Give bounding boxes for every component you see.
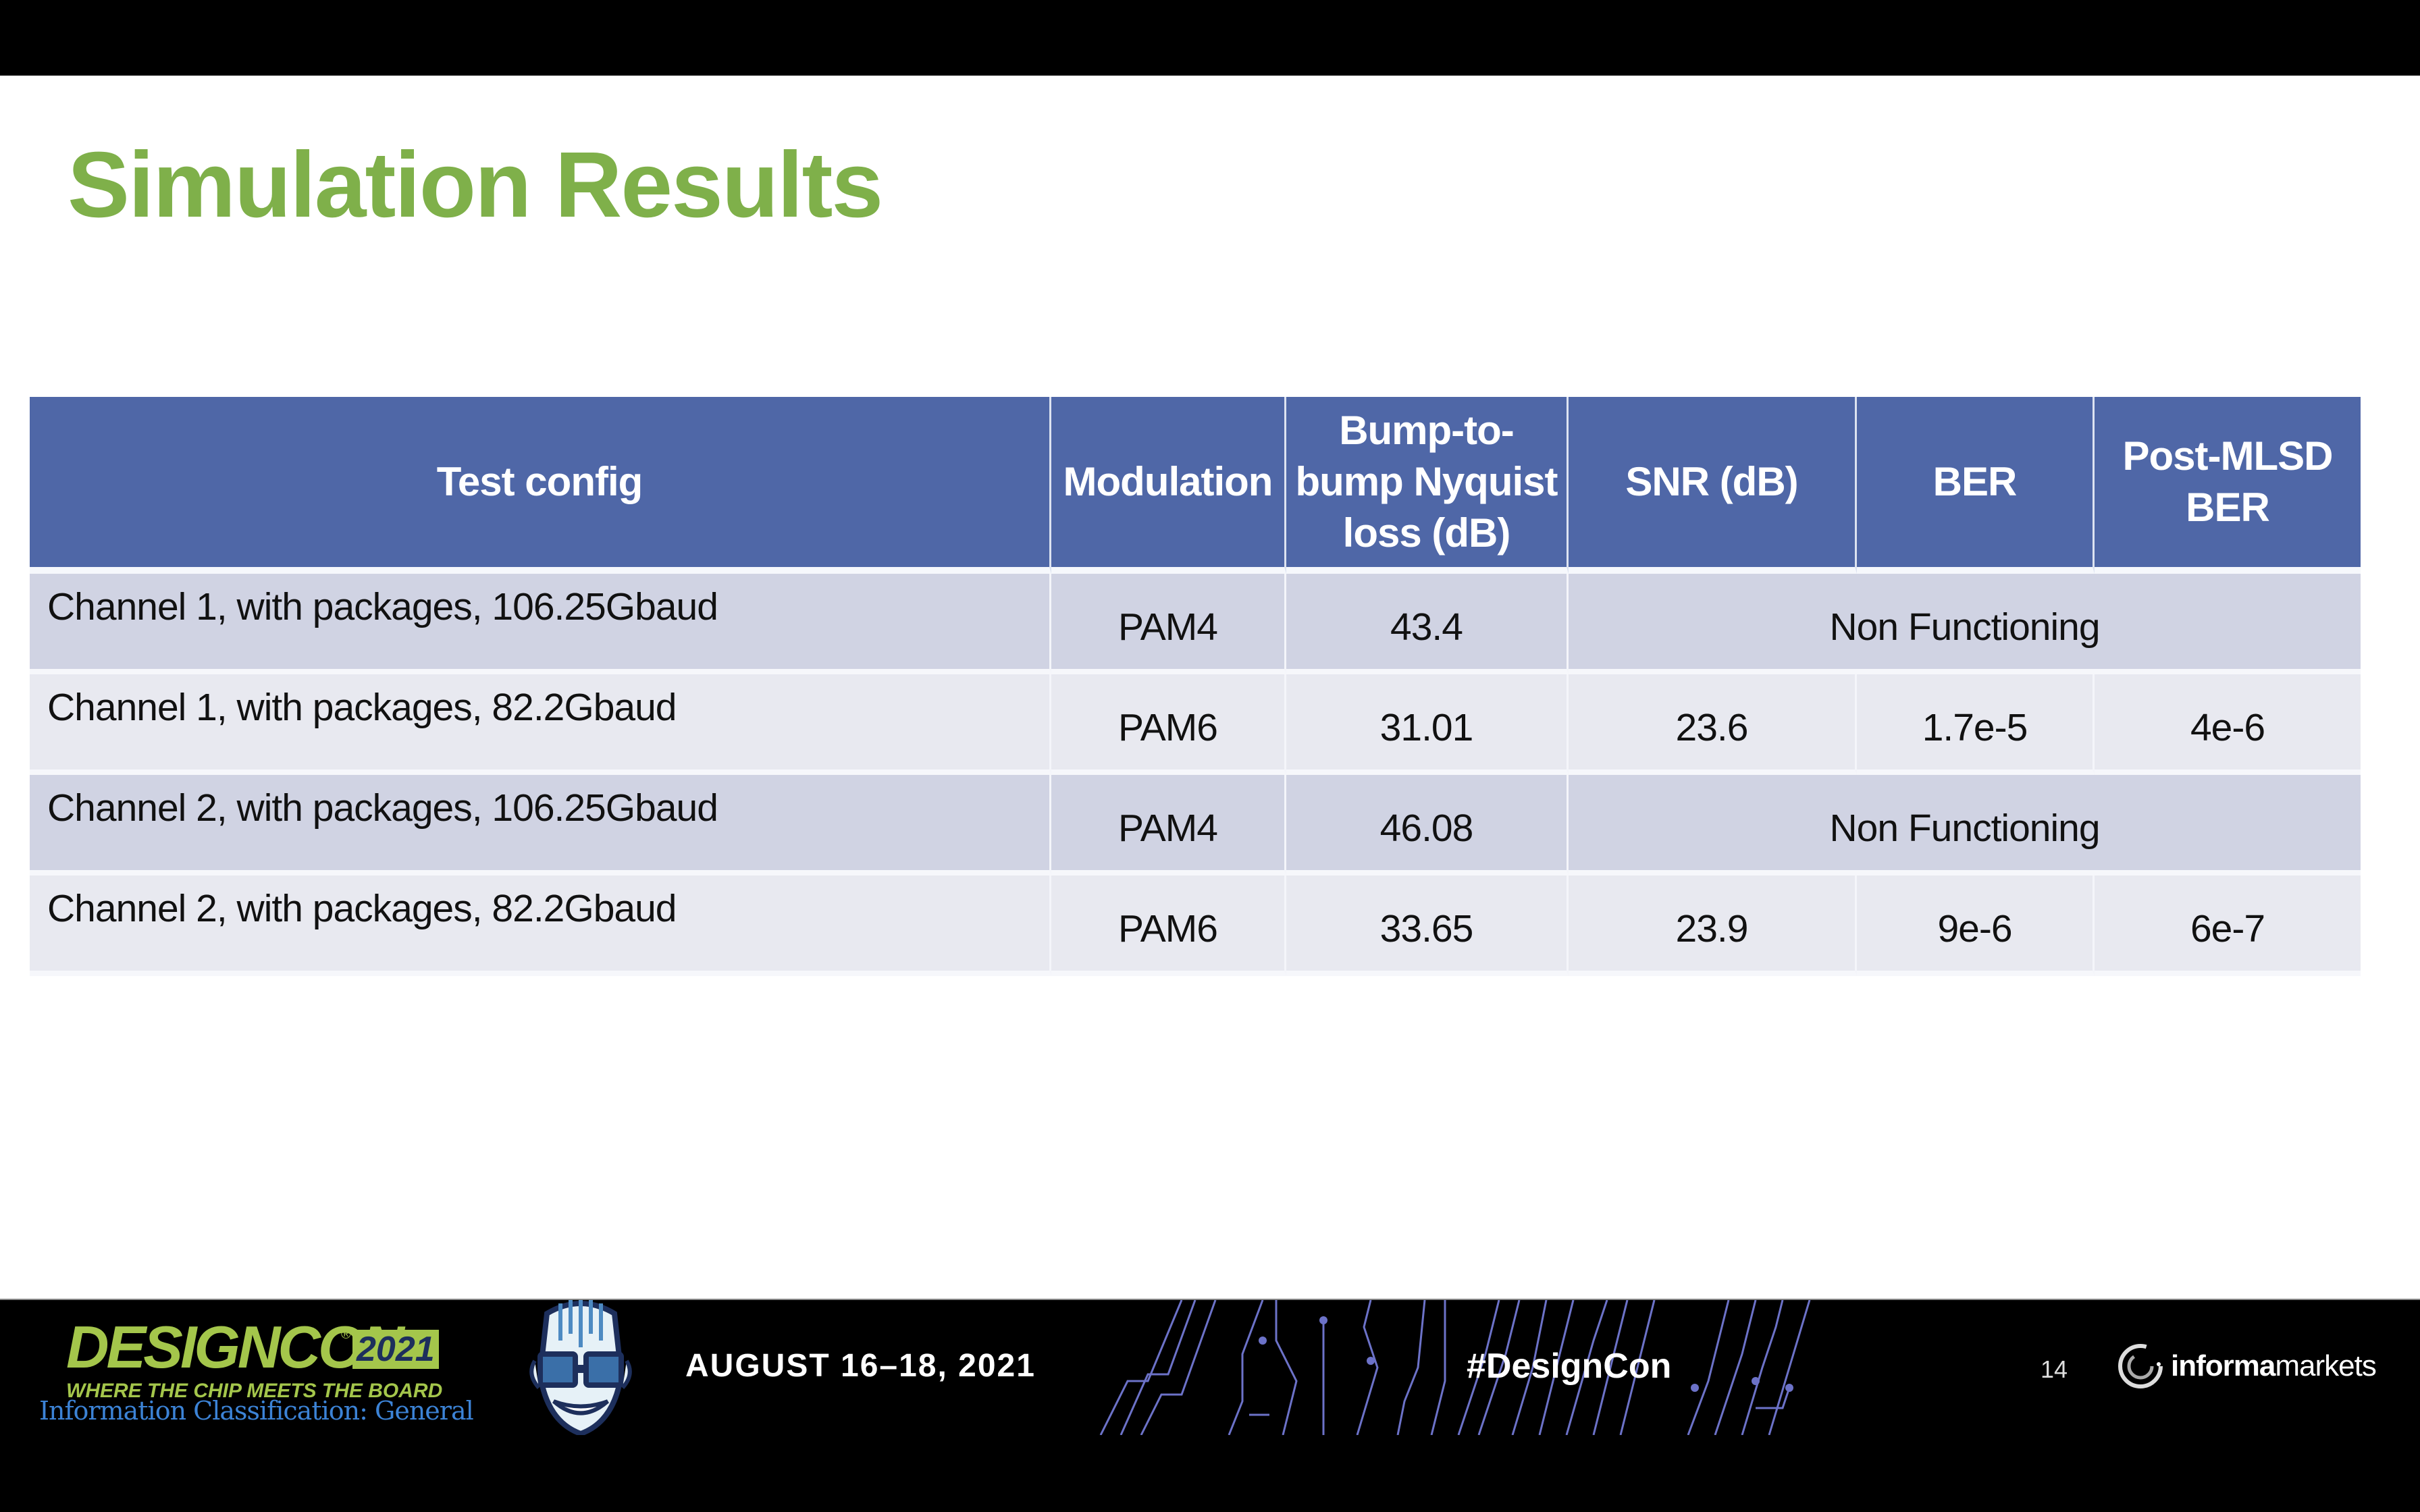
cell-config: Channel 1, with packages, 106.25Gbaud [30,574,1051,674]
cell-post-mlsd-ber: 4e-6 [2095,674,2361,775]
informa-markets-logo: informamarkets [2117,1339,2377,1393]
header-line: Bump-to- [1339,408,1515,453]
cell-modulation: PAM4 [1051,775,1286,875]
sponsor-light: markets [2275,1349,2376,1382]
cell-modulation: PAM6 [1051,674,1286,775]
header-snr: SNR (dB) [1569,397,1857,574]
header-line: loss (dB) [1342,510,1511,556]
header-modulation: Modulation [1051,397,1286,574]
table-row: Channel 1, with packages, 106.25Gbaud PA… [30,574,2361,674]
footer-banner: DESIGNCON ® 2021 WHERE THE CHIP MEETS TH… [0,1299,2420,1437]
bottom-black-bar [0,1435,2420,1512]
slide-title: Simulation Results [68,133,883,237]
mascot-face-icon [529,1300,632,1435]
cell-loss: 43.4 [1286,574,1569,674]
cell-non-functioning: Non Functioning [1569,574,2361,674]
cell-loss: 33.65 [1286,875,1569,976]
registered-mark: ® [341,1327,351,1342]
cell-snr: 23.6 [1569,674,1857,775]
table-header-row: Test config Modulation Bump-to- bump Nyq… [30,397,2361,574]
header-line: BER [2186,485,2270,530]
header-test-config: Test config [30,397,1051,574]
cell-config: Channel 2, with packages, 82.2Gbaud [30,875,1051,976]
header-post-mlsd-ber: Post-MLSD BER [2095,397,2361,574]
event-hashtag: #DesignCon [1467,1347,1672,1386]
cell-post-mlsd-ber: 6e-7 [2095,875,2361,976]
header-line: Post-MLSD [2122,433,2334,479]
header-ber: BER [1857,397,2095,574]
top-black-bar [0,0,2420,76]
header-line: bump Nyquist [1295,459,1558,504]
table-row: Channel 1, with packages, 82.2Gbaud PAM6… [30,674,2361,775]
cell-ber: 9e-6 [1857,875,2095,976]
cell-modulation: PAM6 [1051,875,1286,976]
sponsor-bold: informa [2171,1349,2276,1382]
informa-ring-icon [2118,1344,2163,1388]
table-row: Channel 2, with packages, 106.25Gbaud PA… [30,775,2361,875]
designcon-year-badge: 2021 [352,1330,439,1369]
cell-snr: 23.9 [1569,875,1857,976]
cell-ber: 1.7e-5 [1857,674,2095,775]
information-classification: Information Classification: General [39,1396,474,1426]
table-row: Channel 2, with packages, 82.2Gbaud PAM6… [30,875,2361,976]
informa-markets-text: informamarkets [2171,1349,2377,1383]
results-table: Test config Modulation Bump-to- bump Nyq… [30,397,2361,976]
cell-loss: 31.01 [1286,674,1569,775]
cell-loss: 46.08 [1286,775,1569,875]
cell-non-functioning: Non Functioning [1569,775,2361,875]
cell-modulation: PAM4 [1051,574,1286,674]
page-number: 14 [2041,1355,2068,1383]
designcon-logo: DESIGNCON [66,1314,404,1380]
cell-config: Channel 1, with packages, 82.2Gbaud [30,674,1051,775]
cell-config: Channel 2, with packages, 106.25Gbaud [30,775,1051,875]
event-date: AUGUST 16–18, 2021 [685,1348,1036,1384]
slide: Simulation Results Test config Modulatio… [0,76,2420,1299]
header-nyquist-loss: Bump-to- bump Nyquist loss (dB) [1286,397,1569,574]
